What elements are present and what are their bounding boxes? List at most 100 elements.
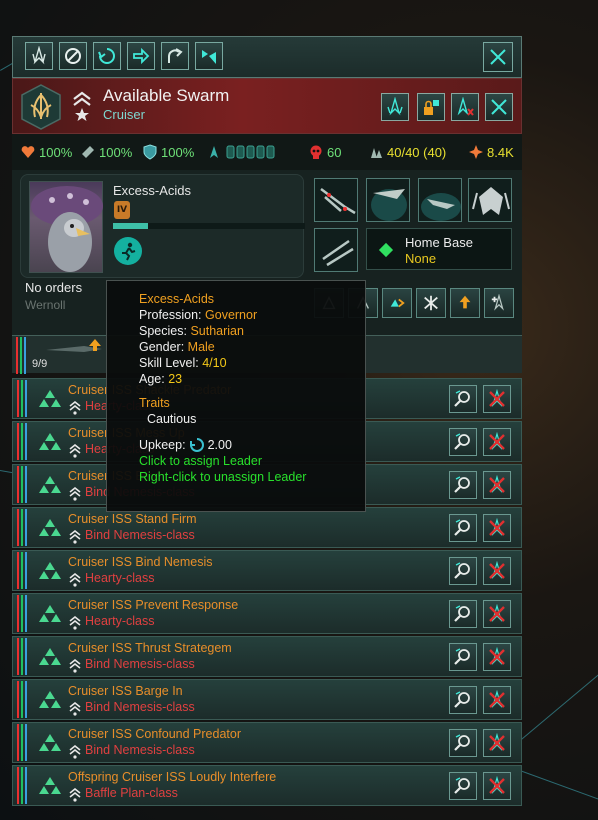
ship-name[interactable]: Offspring Cruiser ISS Loudly Interfere bbox=[68, 770, 276, 784]
tooltip-upkeep-label: Upkeep: bbox=[139, 438, 186, 452]
ship-design-icon[interactable] bbox=[366, 178, 410, 222]
cruiser-icon bbox=[39, 777, 61, 794]
magnifier-icon bbox=[454, 519, 470, 536]
ship-name[interactable]: Cruiser ISS Prevent Response bbox=[68, 598, 238, 612]
scrap-ship-button[interactable] bbox=[483, 471, 511, 499]
ship-row[interactable]: Cruiser ISS Confound Predator Bind Nemesi… bbox=[12, 722, 522, 763]
fleet-manager-button[interactable] bbox=[381, 93, 409, 121]
ship-row[interactable]: Cruiser ISS Bind Nemesis Hearty-class bbox=[12, 550, 522, 591]
ship-status-stripes bbox=[15, 466, 31, 503]
ship-row[interactable]: Cruiser ISS Thrust Strategem Bind Nemesis… bbox=[12, 636, 522, 677]
ship-row[interactable]: Cruiser ISS Barge In Bind Nemesis-class bbox=[12, 679, 522, 720]
empire-emblem-icon bbox=[21, 84, 61, 130]
cruiser-icon bbox=[39, 433, 61, 450]
ship-design-icon[interactable] bbox=[314, 228, 358, 272]
ship-name[interactable]: Cruiser ISS Thrust Strategem bbox=[68, 641, 232, 655]
ship-design-icon[interactable] bbox=[314, 178, 358, 222]
cruiser-icon bbox=[39, 691, 61, 708]
tooltip-age: 23 bbox=[168, 372, 183, 386]
scrap-ship-button[interactable] bbox=[483, 428, 511, 456]
ship-status-stripes bbox=[15, 595, 31, 632]
leader-portrait-image bbox=[31, 186, 103, 272]
locate-ship-button[interactable] bbox=[449, 643, 477, 671]
ship-name[interactable]: Cruiser ISS Stand Firm bbox=[68, 512, 197, 526]
fleet-power-stat: 60 bbox=[308, 144, 341, 160]
magnifier-icon bbox=[454, 691, 470, 708]
ship-name[interactable]: Cruiser ISS Barge In bbox=[68, 684, 183, 698]
locate-ship-button[interactable] bbox=[449, 600, 477, 628]
leader-box[interactable]: Excess-Acids IV bbox=[20, 174, 305, 278]
ship-status-stripes bbox=[15, 423, 31, 460]
scrap-ship-button[interactable] bbox=[483, 772, 511, 800]
scrap-ship-button[interactable] bbox=[483, 557, 511, 585]
retreat-button[interactable] bbox=[161, 42, 189, 70]
fleet-power-value: 60 bbox=[327, 144, 342, 160]
scrap-ship-button[interactable] bbox=[483, 385, 511, 413]
shields-value: 100% bbox=[161, 144, 195, 160]
ship-row[interactable]: Cruiser ISS Stand Firm Bind Nemesis-class bbox=[12, 507, 522, 548]
ship-class: Baffle Plan-class bbox=[85, 786, 178, 800]
new-fleet-button[interactable] bbox=[416, 288, 446, 318]
armor-icon bbox=[82, 146, 94, 158]
move-button[interactable] bbox=[127, 42, 155, 70]
leader-name[interactable]: Excess-Acids bbox=[113, 183, 191, 198]
magnifier-icon bbox=[454, 433, 470, 450]
home-base-panel[interactable]: Home Base None bbox=[366, 228, 512, 270]
tooltip-leader-name: Excess-Acids bbox=[139, 292, 215, 306]
group-ship-count: 9/9 bbox=[32, 358, 48, 370]
ship-slots-stat bbox=[206, 144, 285, 160]
cruiser-icon bbox=[39, 648, 61, 665]
patrol-button[interactable] bbox=[93, 42, 121, 70]
command-limit-stat: 40/40 (40) bbox=[368, 144, 446, 160]
close-icon bbox=[491, 99, 507, 115]
upgrade-fleet-button[interactable] bbox=[450, 288, 480, 318]
home-base-label: Home Base bbox=[405, 235, 473, 250]
scrap-ship-button[interactable] bbox=[483, 729, 511, 757]
fleet-stance-icon bbox=[32, 46, 46, 65]
ship-name[interactable]: Cruiser ISS Confound Predator bbox=[68, 727, 241, 741]
lock-button[interactable] bbox=[417, 93, 445, 121]
skull-icon bbox=[310, 145, 322, 159]
scrap-ship-button[interactable] bbox=[483, 686, 511, 714]
locate-ship-button[interactable] bbox=[449, 471, 477, 499]
hull-stat: 100% bbox=[20, 144, 72, 160]
scrap-ship-icon bbox=[489, 389, 505, 408]
locate-ship-button[interactable] bbox=[449, 686, 477, 714]
locate-ship-button[interactable] bbox=[449, 557, 477, 585]
add-ship-button[interactable] bbox=[484, 288, 514, 318]
cruiser-icon bbox=[39, 390, 61, 407]
scrap-ship-button[interactable] bbox=[483, 514, 511, 542]
stop-icon bbox=[65, 48, 81, 64]
tooltip-species: Sutharian bbox=[190, 324, 244, 338]
system-name: Wernoll bbox=[25, 298, 66, 312]
close-button[interactable] bbox=[483, 42, 513, 72]
ship-row[interactable]: Offspring Cruiser ISS Loudly Interfere Ba… bbox=[12, 765, 522, 806]
locate-ship-button[interactable] bbox=[449, 729, 477, 757]
detach-button[interactable] bbox=[382, 288, 412, 318]
locate-ship-button[interactable] bbox=[449, 385, 477, 413]
leader-portrait[interactable] bbox=[29, 181, 103, 273]
ship-name[interactable]: Cruiser ISS Bind Nemesis bbox=[68, 555, 213, 569]
scrap-ship-button[interactable] bbox=[483, 643, 511, 671]
locate-ship-button[interactable] bbox=[449, 428, 477, 456]
close-fleet-button[interactable] bbox=[485, 93, 513, 121]
locate-ship-button[interactable] bbox=[449, 772, 477, 800]
merge-button[interactable] bbox=[195, 42, 223, 70]
leader-level-badge: IV bbox=[114, 201, 130, 219]
ship-class: Hearty-class bbox=[85, 614, 155, 628]
scrap-ship-icon bbox=[489, 561, 505, 580]
ship-design-icon[interactable] bbox=[418, 178, 462, 222]
locate-ship-button[interactable] bbox=[449, 514, 477, 542]
shield-icon bbox=[143, 144, 157, 160]
fleet-name[interactable]: Available Swarm bbox=[103, 86, 229, 106]
magnifier-icon bbox=[454, 648, 470, 665]
ship-design-icon[interactable] bbox=[468, 178, 512, 222]
scrap-ship-button[interactable] bbox=[483, 600, 511, 628]
magnifier-icon bbox=[454, 390, 470, 407]
disband-fleet-button[interactable] bbox=[451, 93, 479, 121]
stop-button[interactable] bbox=[59, 42, 87, 70]
fleet-rank-icon bbox=[73, 91, 91, 121]
fleet-stance-button[interactable] bbox=[25, 42, 53, 70]
ship-row[interactable]: Cruiser ISS Prevent Response Hearty-class bbox=[12, 593, 522, 634]
ship-status-stripes bbox=[15, 509, 31, 546]
